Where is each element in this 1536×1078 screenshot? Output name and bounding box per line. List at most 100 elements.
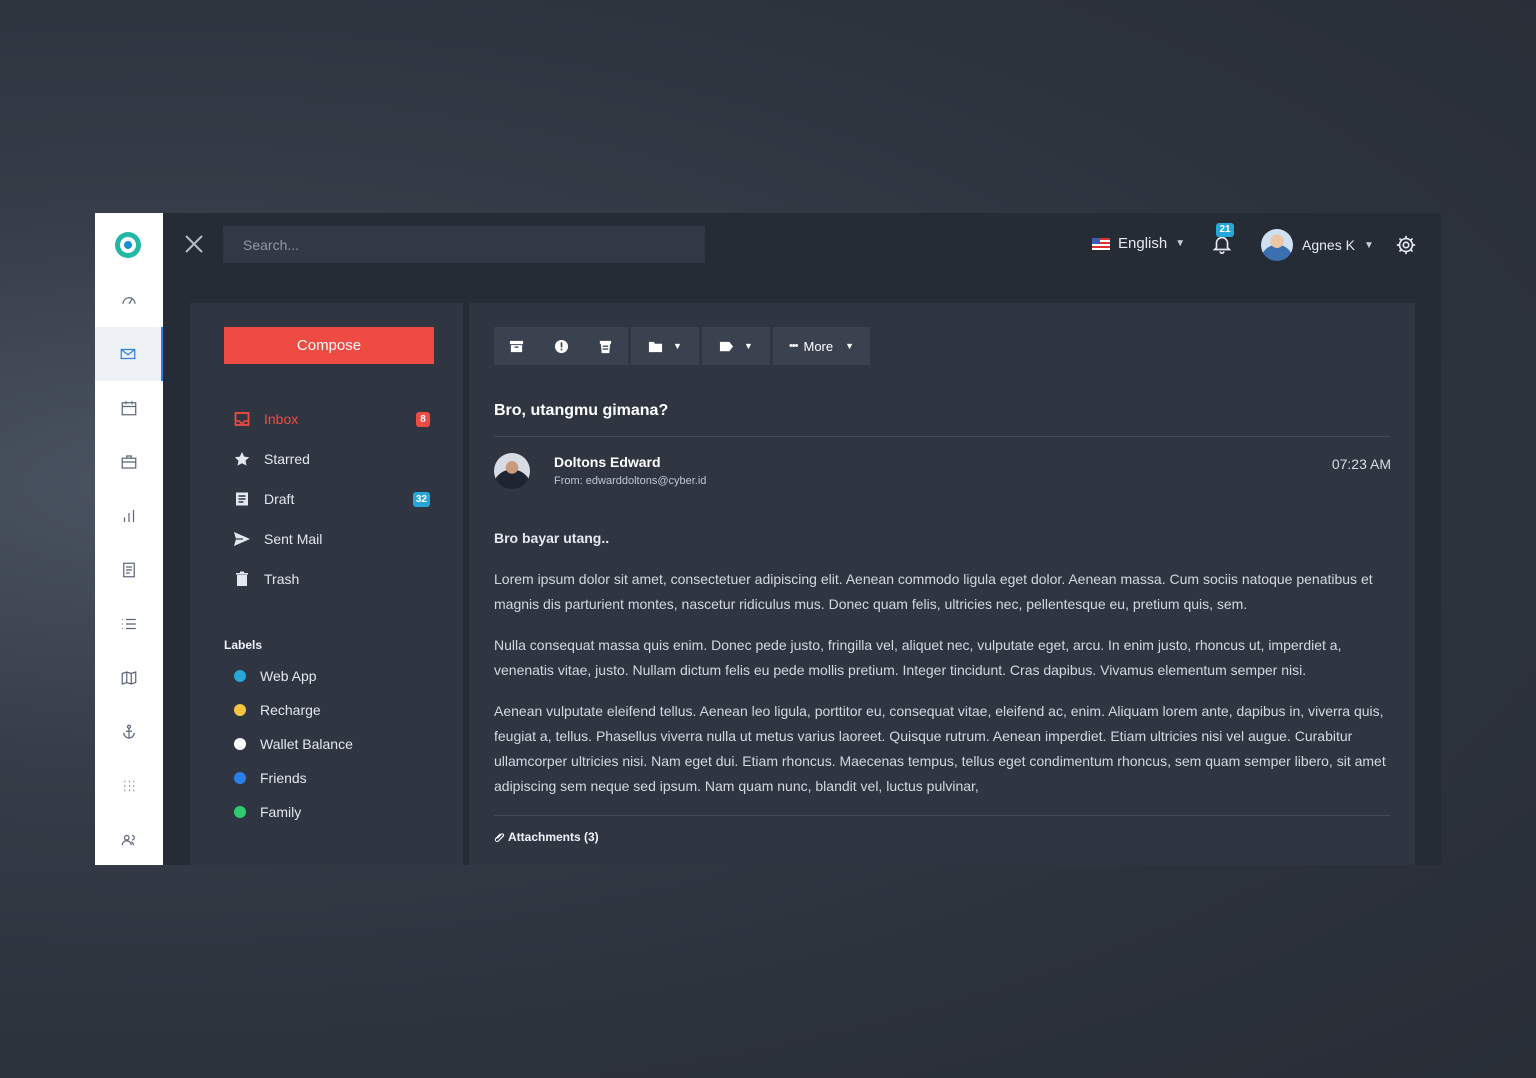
folder-inbox[interactable]: Inbox 8 (234, 407, 430, 431)
move-to-folder-dropdown[interactable]: ▼ (631, 327, 699, 365)
folder-trash[interactable]: Trash (234, 567, 430, 591)
sender-email: From: edwarddoltons@cyber.id (554, 475, 707, 487)
compose-button[interactable]: Compose (224, 327, 434, 364)
tag-icon (719, 341, 734, 351)
more-dropdown[interactable]: ••• More ▼ (773, 327, 870, 365)
inbox-icon (234, 411, 250, 427)
user-menu[interactable]: Agnes K ▼ (1261, 229, 1374, 261)
sender-avatar[interactable] (494, 453, 530, 489)
archive-icon (509, 340, 524, 352)
grid-icon (124, 780, 135, 792)
folder-icon (648, 341, 663, 352)
label-text: Web App (260, 668, 317, 684)
label-text: Family (260, 804, 302, 820)
sidebar-item-dashboard[interactable] (95, 273, 163, 327)
message-greeting: Bro bayar utang.. (494, 530, 610, 546)
document-icon (123, 562, 135, 578)
language-label: English (1118, 235, 1168, 252)
app-window: English ▼ 21 Agnes K ▼ Compose Inbox 8 S… (0, 0, 1536, 1078)
bar-chart-icon (123, 510, 135, 522)
folder-starred[interactable]: Starred (234, 447, 430, 471)
draft-icon (234, 491, 250, 507)
sidebar-item-map[interactable] (95, 651, 163, 705)
attachments-label: Attachments (3) (508, 830, 599, 844)
sidebar-item-calendar[interactable] (95, 381, 163, 435)
folder-dropdown-button[interactable]: ▼ (631, 327, 699, 365)
message-panel: ▼ ▼ ••• More ▼ Bro, utangmu gimana? Dolt… (469, 303, 1415, 865)
list-icon (122, 618, 136, 630)
message-paragraph: Nulla consequat massa quis enim. Donec p… (494, 637, 1342, 678)
sender-name[interactable]: Doltons Edward (554, 454, 661, 470)
briefcase-icon (121, 455, 137, 469)
message-toolbar: ▼ ▼ ••• More ▼ (494, 327, 870, 365)
label-friends[interactable]: Friends (234, 770, 307, 786)
alert-icon (554, 339, 568, 353)
sidebar-item-list[interactable] (95, 597, 163, 651)
avatar (1261, 229, 1293, 261)
folder-label: Starred (264, 451, 310, 467)
sidebar-item-apps[interactable] (95, 759, 163, 813)
sidebar-item-chart[interactable] (95, 489, 163, 543)
label-color-dot (234, 670, 246, 682)
settings-button[interactable] (1395, 234, 1417, 256)
divider (494, 815, 1390, 816)
users-icon (121, 834, 135, 846)
close-button[interactable] (183, 233, 205, 255)
mail-app: English ▼ 21 Agnes K ▼ Compose Inbox 8 S… (95, 213, 1441, 865)
folder-draft[interactable]: Draft 32 (234, 487, 430, 511)
gear-icon (1396, 235, 1416, 255)
folder-label: Sent Mail (264, 531, 323, 547)
label-color-dot (234, 806, 246, 818)
toolbar-actions-group (494, 327, 628, 365)
message-paragraph: Aenean vulputate eleifend tellus. Aenean… (494, 703, 1386, 794)
dots-icon: ••• (788, 340, 799, 352)
trash-icon (234, 571, 250, 587)
divider (494, 436, 1390, 437)
paperclip-icon (494, 832, 505, 842)
message-paragraph: Lorem ipsum dolor sit amet, consectetuer… (494, 571, 1373, 612)
label-wallet-balance[interactable]: Wallet Balance (234, 736, 353, 752)
label-recharge[interactable]: Recharge (234, 702, 321, 718)
label-web-app[interactable]: Web App (234, 668, 317, 684)
sidebar-item-mail[interactable] (95, 327, 163, 381)
close-icon (185, 235, 203, 253)
more-button[interactable]: ••• More ▼ (773, 327, 870, 365)
label-text: Recharge (260, 702, 321, 718)
sidebar-item-users[interactable] (95, 813, 163, 865)
chevron-down-icon: ▼ (1363, 239, 1374, 251)
label-dropdown-button[interactable]: ▼ (702, 327, 770, 365)
label-family[interactable]: Family (234, 804, 301, 820)
unread-count-badge: 8 (416, 412, 430, 427)
label-color-dot (234, 704, 246, 716)
user-name: Agnes K (1302, 237, 1355, 253)
label-text: Wallet Balance (260, 736, 353, 752)
label-dropdown[interactable]: ▼ (702, 327, 770, 365)
sidebar-item-anchor[interactable] (95, 705, 163, 759)
archive-button[interactable] (494, 327, 539, 365)
sidebar (95, 213, 163, 865)
logo-icon[interactable] (115, 232, 141, 258)
report-spam-button[interactable] (539, 327, 583, 365)
sidebar-item-document[interactable] (95, 543, 163, 597)
folder-label: Trash (264, 571, 300, 587)
labels-heading: Labels (224, 638, 263, 652)
trash-icon (599, 340, 612, 353)
gauge-icon (122, 297, 136, 305)
anchor-icon (123, 724, 135, 739)
draft-count-badge: 32 (412, 492, 430, 507)
calendar-icon (121, 401, 137, 416)
chevron-down-icon: ▼ (744, 341, 753, 351)
more-label: More (803, 338, 834, 354)
send-icon (234, 531, 250, 547)
delete-button[interactable] (583, 327, 628, 365)
chevron-down-icon: ▼ (673, 341, 682, 351)
message-time: 07:23 AM (1331, 456, 1391, 472)
language-selector[interactable]: English ▼ (1092, 235, 1185, 252)
folder-label: Draft (264, 491, 295, 507)
sidebar-item-briefcase[interactable] (95, 435, 163, 489)
message-subject: Bro, utangmu gimana? (494, 402, 669, 419)
folder-sent-mail[interactable]: Sent Mail (234, 527, 430, 551)
search-input[interactable] (223, 226, 705, 263)
label-color-dot (234, 738, 246, 750)
attachments-toggle[interactable]: Attachments (3) (494, 830, 599, 844)
